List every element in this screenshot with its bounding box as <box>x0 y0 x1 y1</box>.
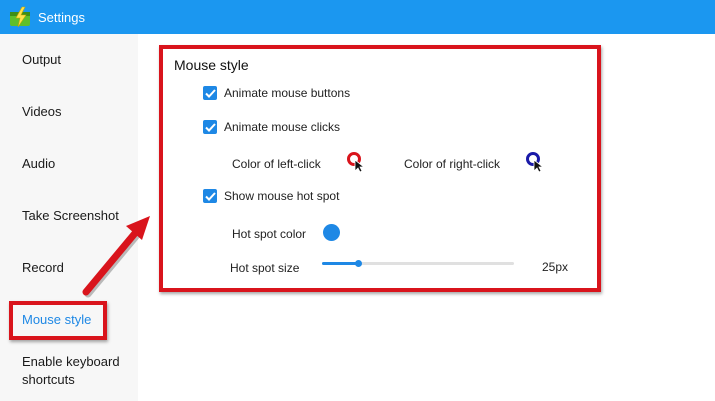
hot-spot-size-label: Hot spot size <box>230 261 300 275</box>
animate-mouse-buttons-checkbox[interactable] <box>203 86 217 100</box>
checkmark-icon <box>204 122 216 132</box>
sidebar-item-videos[interactable]: Videos <box>22 103 62 121</box>
animate-mouse-buttons-label: Animate mouse buttons <box>224 86 351 100</box>
cursor-ring-icon <box>526 152 545 173</box>
right-click-color-picker[interactable] <box>525 151 545 173</box>
panel-title: Mouse style <box>174 57 249 73</box>
slider-thumb[interactable] <box>355 260 363 267</box>
window-title: Settings <box>38 9 85 25</box>
cursor-ring-icon <box>347 152 366 173</box>
hot-spot-color-label: Hot spot color <box>232 227 307 241</box>
checkmark-icon <box>204 88 216 98</box>
hot-spot-size-slider[interactable] <box>322 258 514 270</box>
hot-spot-size-value: 25px <box>542 260 569 274</box>
annotation-arrow <box>82 216 150 298</box>
sidebar-item-audio[interactable]: Audio <box>22 155 55 173</box>
slider-fill <box>322 262 359 265</box>
left-click-color-label: Color of left-click <box>232 157 321 171</box>
checkmark-icon <box>204 191 216 201</box>
sidebar-item-output[interactable]: Output <box>22 51 61 69</box>
animate-mouse-clicks-option[interactable]: Animate mouse clicks <box>203 120 340 134</box>
show-hot-spot-label: Show mouse hot spot <box>224 189 340 203</box>
sidebar-item-record[interactable]: Record <box>22 259 64 277</box>
right-click-color-label: Color of right-click <box>404 157 501 171</box>
sidebar-item-keyboard-shortcuts[interactable]: Enable keyboard shortcuts <box>22 353 132 389</box>
animate-mouse-clicks-label: Animate mouse clicks <box>224 120 341 134</box>
show-hot-spot-checkbox[interactable] <box>203 189 217 203</box>
title-bar: Settings <box>0 0 715 34</box>
hot-spot-color-picker[interactable] <box>323 224 340 241</box>
left-click-color-picker[interactable] <box>346 151 366 173</box>
sidebar-highlight-box <box>9 301 107 340</box>
animate-mouse-clicks-checkbox[interactable] <box>203 120 217 134</box>
animate-mouse-buttons-option[interactable]: Animate mouse buttons <box>203 86 350 100</box>
app-logo-icon <box>8 6 34 28</box>
show-hot-spot-option[interactable]: Show mouse hot spot <box>203 189 339 203</box>
